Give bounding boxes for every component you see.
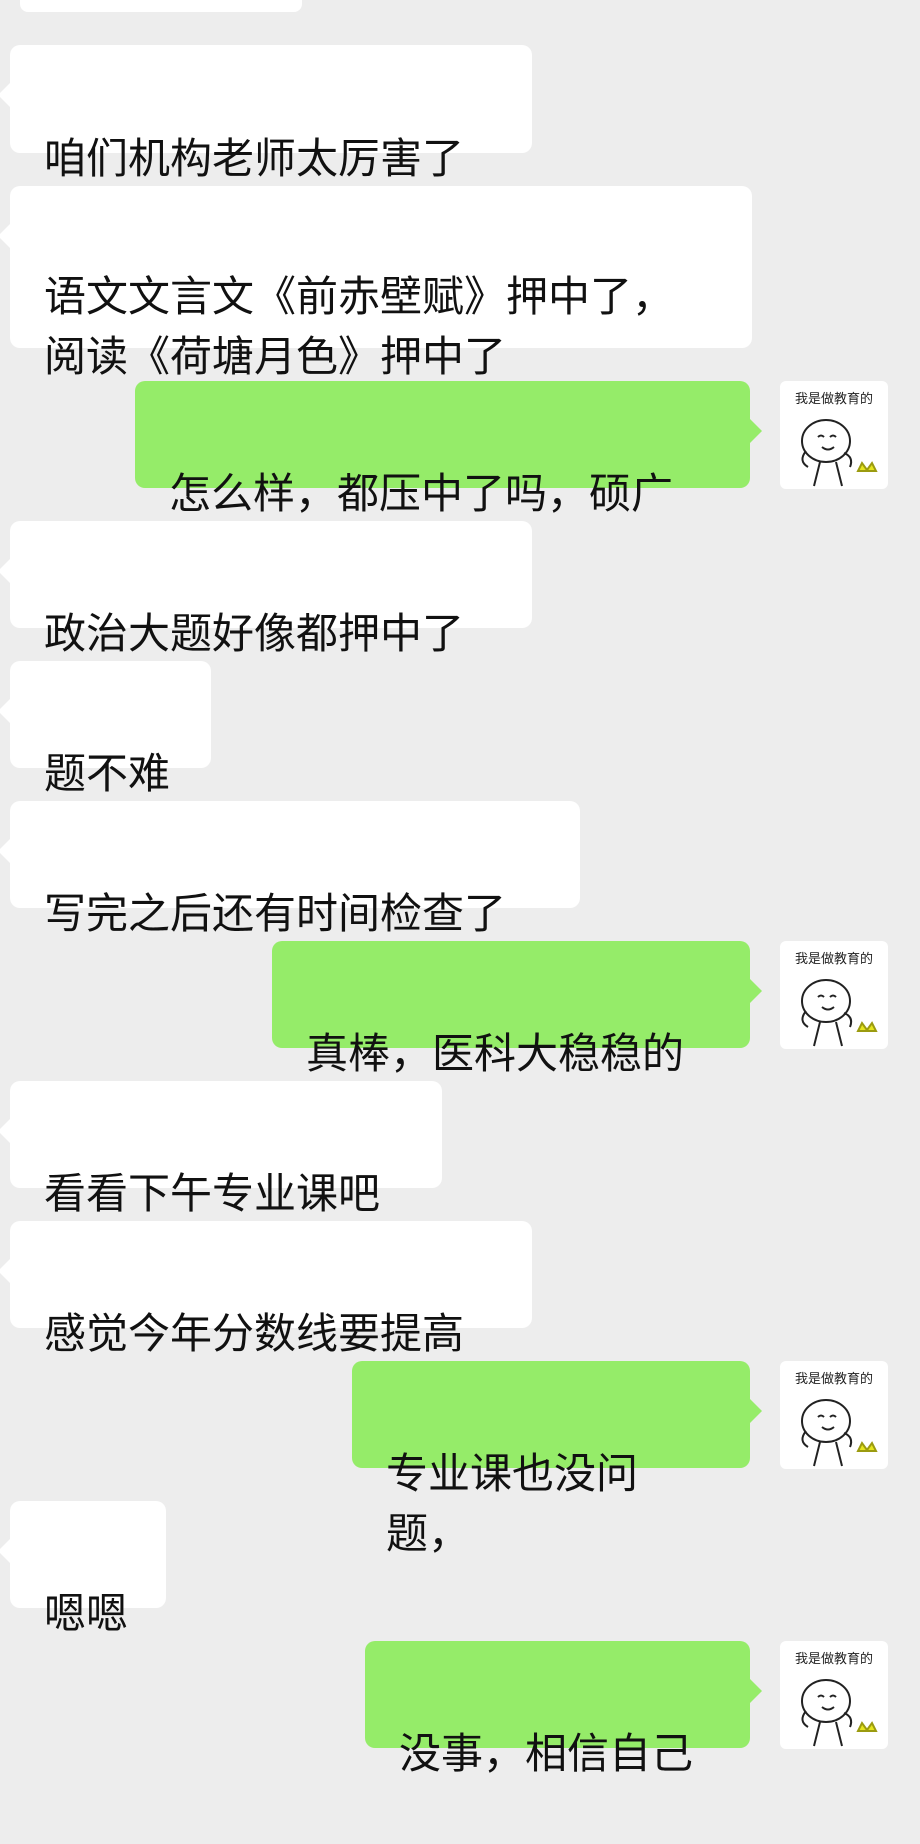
avatar[interactable]: 我是做教育的 — [780, 941, 888, 1049]
message-text: 怎么样，都压中了吗，硕广 — [169, 469, 674, 518]
avatar[interactable]: 我是做教育的 — [780, 1361, 888, 1469]
avatar-caption: 我是做教育的 — [795, 391, 873, 407]
message-bubble-incoming[interactable]: 写完之后还有时间检查了 — [0, 801, 580, 938]
message-text: 没事，相信自己 — [399, 1729, 694, 1778]
message-bubble-outgoing[interactable]: 怎么样，都压中了吗，硕广 — [135, 381, 762, 518]
message-text: 看看下午专业课吧 — [44, 1169, 381, 1218]
message-text: 咱们机构老师太厉害了 — [44, 134, 465, 183]
avatar[interactable]: 我是做教育的 — [780, 1641, 888, 1749]
message-bubble-incoming[interactable]: 嗯嗯 — [0, 1501, 166, 1638]
sticker-figure-icon: 我是做教育的 — [795, 951, 878, 1047]
message-bubble-incoming[interactable]: 感觉今年分数线要提高 — [0, 1221, 532, 1358]
message-bubble-incoming[interactable]: 咱们机构老师太厉害了 — [0, 45, 532, 183]
message-text: 真棒，医科大稳稳的 — [306, 1029, 685, 1078]
message-bubble-outgoing[interactable]: 真棒，医科大稳稳的 — [272, 941, 762, 1078]
message-bubble-outgoing[interactable]: 专业课也没问题， — [352, 1361, 762, 1558]
sticker-figure-icon: 我是做教育的 — [795, 391, 878, 487]
sticker-figure-icon: 我是做教育的 — [795, 1651, 878, 1747]
message-bubble-outgoing[interactable]: 没事，相信自己 — [365, 1641, 762, 1778]
previous-message-bubble[interactable] — [20, 0, 302, 12]
message-text: 政治大题好像都押中了 — [44, 609, 465, 658]
sticker-figure-icon: 我是做教育的 — [795, 1371, 878, 1467]
message-bubble-incoming[interactable]: 看看下午专业课吧 — [0, 1081, 442, 1218]
message-text: 语文文言文《前赤壁赋》押中了， 阅读《荷塘月色》押中了 — [44, 272, 675, 381]
avatar[interactable]: 我是做教育的 — [780, 381, 888, 489]
avatar-caption: 我是做教育的 — [795, 951, 873, 967]
message-bubble-incoming[interactable]: 语文文言文《前赤壁赋》押中了， 阅读《荷塘月色》押中了 — [0, 186, 752, 381]
message-text: 写完之后还有时间检查了 — [44, 889, 507, 938]
avatar-caption: 我是做教育的 — [795, 1371, 873, 1387]
message-text: 专业课也没问题， — [386, 1449, 639, 1558]
message-text: 感觉今年分数线要提高 — [44, 1309, 465, 1358]
avatar-caption: 我是做教育的 — [795, 1651, 873, 1667]
message-bubble-incoming[interactable]: 政治大题好像都押中了 — [0, 521, 532, 658]
message-bubble-incoming[interactable]: 题不难 — [0, 661, 211, 798]
message-text: 题不难 — [44, 749, 171, 798]
message-text: 嗯嗯 — [44, 1589, 129, 1638]
